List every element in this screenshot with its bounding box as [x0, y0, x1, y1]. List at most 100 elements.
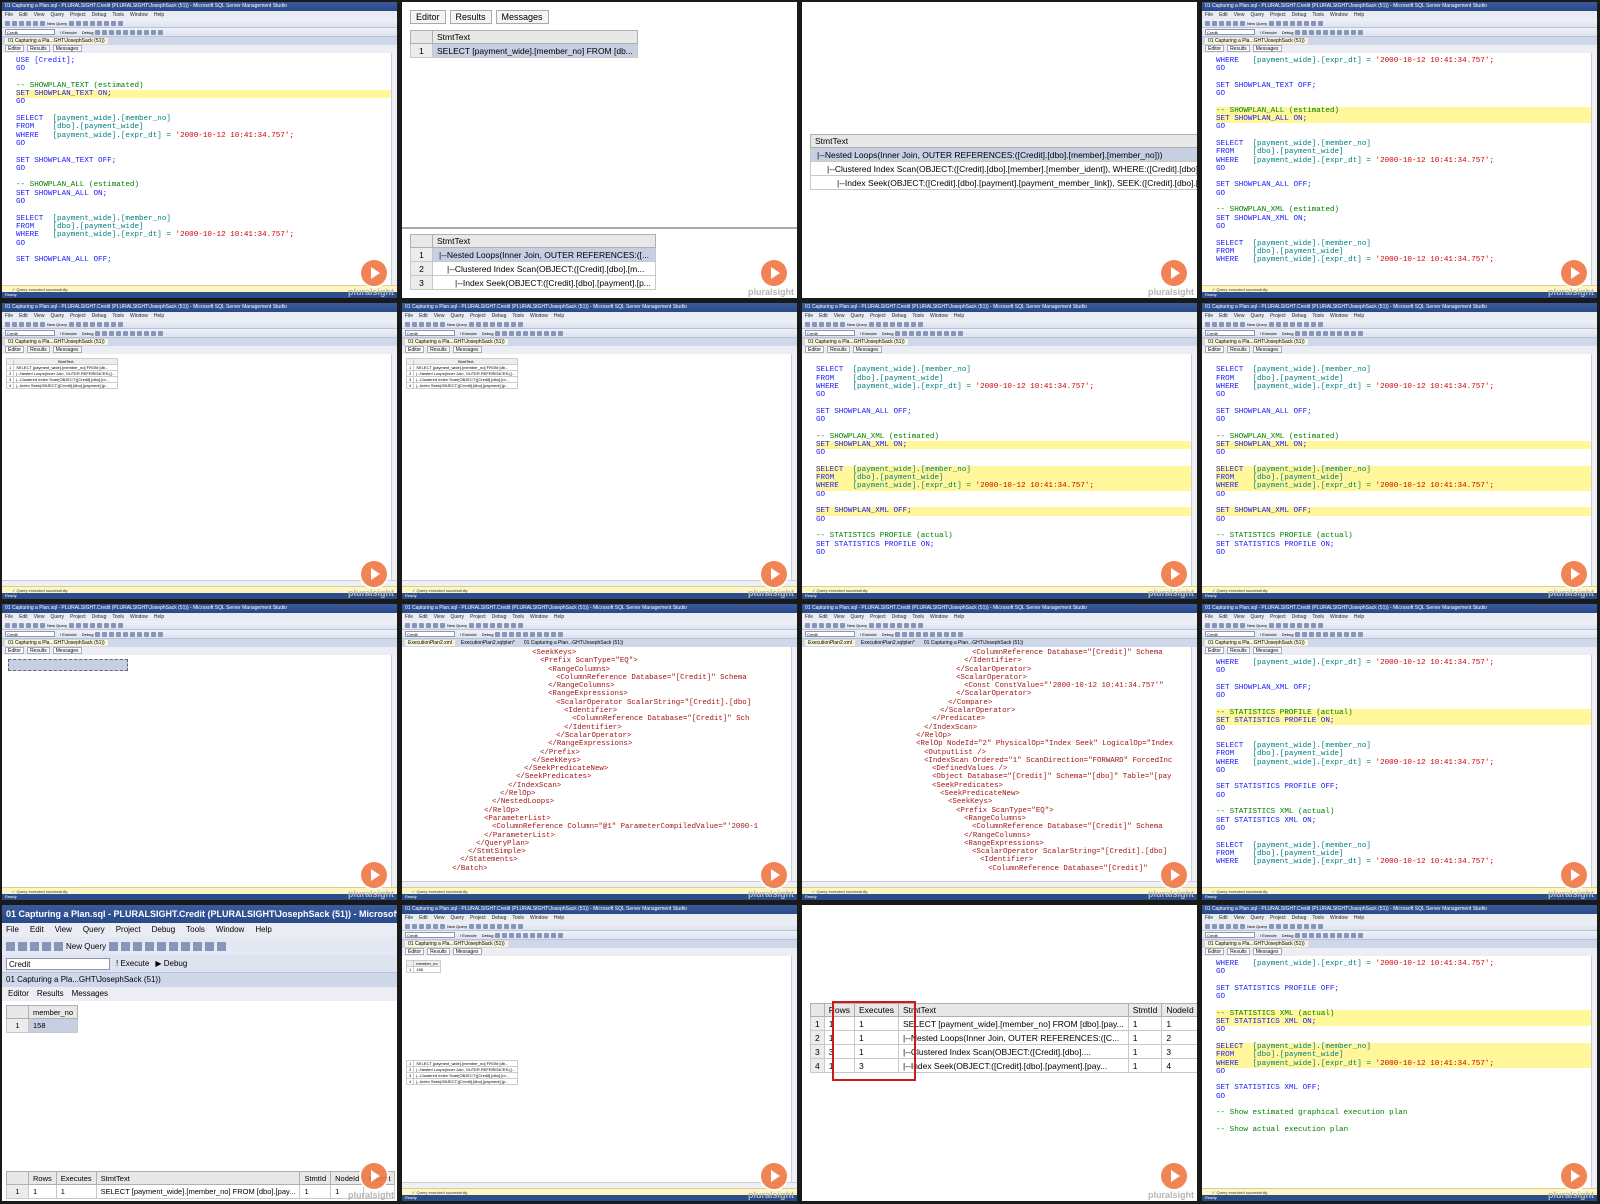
tab-results[interactable]: Results [1227, 45, 1250, 52]
toolbar-icon[interactable] [426, 321, 431, 327]
menu-item-edit[interactable]: Edit [1219, 12, 1228, 18]
play-button[interactable] [1561, 561, 1587, 587]
toolbar-icon[interactable] [911, 622, 917, 628]
toolbar-icon[interactable] [897, 622, 903, 628]
tab-results[interactable]: Results [827, 346, 850, 353]
toolbar-icon[interactable] [909, 330, 915, 336]
toolbar-icon[interactable] [1240, 321, 1245, 327]
play-button[interactable] [361, 561, 387, 587]
menu-item-help[interactable]: Help [954, 313, 964, 319]
toolbar-icon[interactable] [544, 932, 550, 938]
play-button[interactable] [1561, 260, 1587, 286]
play-button[interactable] [1161, 260, 1187, 286]
toolbar-icon[interactable] [1351, 29, 1357, 35]
toolbar-icon[interactable] [133, 941, 143, 951]
table-row[interactable]: 2 |--Nested Loops(Inner Join, OUTER REFER… [405, 1066, 519, 1073]
menu-item-help[interactable]: Help [554, 313, 564, 319]
menu-item-project[interactable]: Project [1270, 313, 1286, 319]
toolbar-icon[interactable] [1318, 622, 1324, 628]
menu-item-edit[interactable]: Edit [419, 614, 428, 620]
menu-item-view[interactable]: View [434, 915, 445, 921]
document-tab-label[interactable]: ExecutionPlan2.xml [805, 640, 855, 646]
menu-item-tools[interactable]: Tools [1312, 614, 1324, 620]
toolbar-icon[interactable] [1309, 330, 1315, 336]
execute-button[interactable]: ! Execute [1260, 331, 1277, 336]
toolbar-icon[interactable] [1302, 29, 1308, 35]
toolbar-icon[interactable] [1276, 923, 1282, 929]
menu-item-window[interactable]: Window [130, 614, 148, 620]
toolbar-icon[interactable] [869, 622, 875, 628]
toolbar-icon[interactable] [504, 321, 510, 327]
document-tab-label[interactable]: 01 Capturing a Pla...GHT\JosephSack (51)… [1205, 38, 1308, 44]
vertical-scrollbar[interactable] [1591, 655, 1597, 887]
menu-item-debug[interactable]: Debug [492, 313, 507, 319]
toolbar-icon[interactable] [840, 321, 845, 327]
toolbar-icon[interactable] [883, 622, 889, 628]
column-header[interactable]: Rows [28, 1171, 57, 1185]
horizontal-scrollbar[interactable] [402, 881, 797, 887]
database-select[interactable]: Credit [405, 631, 455, 637]
execute-button[interactable]: ! Execute [860, 632, 877, 637]
menu-item-project[interactable]: Project [1270, 614, 1286, 620]
toolbar-icon[interactable] [440, 622, 445, 628]
toolbar-icon[interactable] [497, 923, 503, 929]
xml-plan-link[interactable] [8, 659, 128, 671]
toolbar-icon[interactable] [523, 932, 529, 938]
vertical-scrollbar[interactable] [391, 53, 397, 285]
table-row[interactable]: 4 |--Index Seek(OBJECT:([Credit].[dbo].[p… [405, 382, 519, 389]
toolbar-icon[interactable] [516, 932, 522, 938]
new-query-button[interactable]: New Query [47, 21, 67, 26]
toolbar-icon[interactable] [1290, 20, 1296, 26]
menu-item-debug[interactable]: Debug [1292, 614, 1307, 620]
menu-item-help[interactable]: Help [1354, 915, 1364, 921]
menu-item-file[interactable]: File [805, 614, 813, 620]
database-select[interactable]: Credit [6, 957, 110, 970]
toolbar-icon[interactable] [90, 20, 96, 26]
new-query-button[interactable]: New Query [1247, 623, 1267, 628]
database-select[interactable]: Credit [1205, 330, 1255, 336]
results-pane[interactable]: member_no 1 158 Rows Executes StmtText StmtId N… [2, 1001, 397, 1201]
toolbar-icon[interactable] [1269, 20, 1275, 26]
menu-item-tools[interactable]: Tools [186, 925, 205, 934]
toolbar-icon[interactable] [1302, 932, 1308, 938]
menu-item-edit[interactable]: Edit [1219, 313, 1228, 319]
toolbar-icon[interactable] [1283, 20, 1289, 26]
toolbar-icon[interactable] [1304, 923, 1310, 929]
table-row[interactable]: 2 |--Nested Loops(Inner Join, OUTER REFER… [405, 370, 519, 377]
menu-item-tools[interactable]: Tools [112, 12, 124, 18]
menu-item-debug[interactable]: Debug [1292, 12, 1307, 18]
menu-item-file[interactable]: File [1205, 12, 1213, 18]
toolbar-icon[interactable] [130, 631, 136, 637]
menu-item-help[interactable]: Help [255, 925, 271, 934]
menu-item-project[interactable]: Project [1270, 915, 1286, 921]
toolbar-icon[interactable] [518, 923, 524, 929]
menu-item-file[interactable]: File [1205, 915, 1213, 921]
toolbar-icon[interactable] [1295, 932, 1301, 938]
toolbar-icon[interactable] [944, 631, 950, 637]
toolbar-icon[interactable] [530, 631, 536, 637]
new-query-button[interactable]: New Query [847, 623, 867, 628]
toolbar-icon[interactable] [876, 321, 882, 327]
toolbar-icon[interactable] [40, 20, 45, 26]
menu-item-view[interactable]: View [1234, 915, 1245, 921]
menu-item-window[interactable]: Window [530, 614, 548, 620]
menu-item-window[interactable]: Window [130, 313, 148, 319]
database-select[interactable]: Credit [405, 330, 455, 336]
document-tab[interactable]: 01 Capturing a Pla...GHT\JosephSack (51)… [2, 973, 397, 987]
menu-item-project[interactable]: Project [870, 614, 886, 620]
toolbar-icon[interactable] [1297, 923, 1303, 929]
toolbar-icon[interactable] [405, 321, 410, 327]
play-button[interactable] [1161, 1163, 1187, 1189]
toolbar-icon[interactable] [930, 330, 936, 336]
execute-button[interactable]: ! Execute [1260, 30, 1277, 35]
toolbar-icon[interactable] [123, 29, 129, 35]
database-select[interactable]: Credit [1205, 631, 1255, 637]
toolbar-icon[interactable] [104, 20, 110, 26]
toolbar-icon[interactable] [102, 29, 108, 35]
menu-item-window[interactable]: Window [930, 614, 948, 620]
results-grid[interactable]: StmtText 1 SELECT [payment_wide].[member_n… [410, 30, 638, 58]
toolbar-icon[interactable] [1351, 932, 1357, 938]
table-row[interactable]: 1 SELECT [payment_wide].[member_no] FROM … [410, 43, 638, 58]
menu-item-help[interactable]: Help [1354, 614, 1364, 620]
toolbar-icon[interactable] [405, 923, 410, 929]
